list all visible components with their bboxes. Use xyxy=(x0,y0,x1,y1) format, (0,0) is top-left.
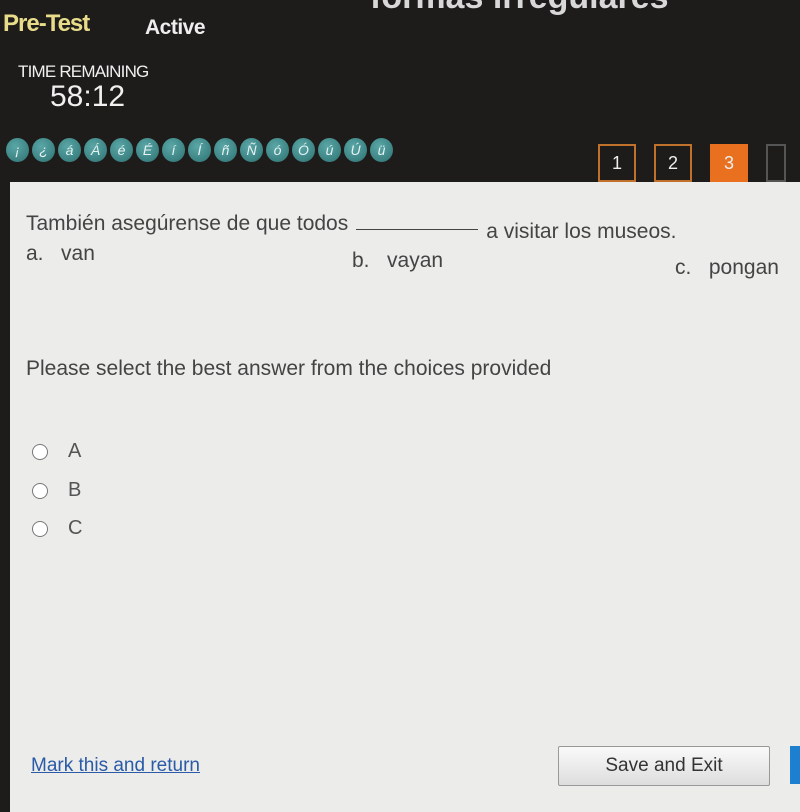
char-button[interactable]: á xyxy=(58,138,81,162)
mark-and-return-link[interactable]: Mark this and return xyxy=(31,755,200,777)
choice-text: vayan xyxy=(387,249,444,272)
choice-text: van xyxy=(61,242,95,265)
next-button-partial[interactable] xyxy=(790,746,800,784)
save-and-exit-button[interactable]: Save and Exit xyxy=(558,746,770,786)
char-button[interactable]: ¡ xyxy=(6,138,29,162)
char-button[interactable]: ¿ xyxy=(32,138,55,162)
question-panel: También asegúrense de que todos a visitar… xyxy=(10,182,800,812)
char-button[interactable]: Á xyxy=(84,138,107,162)
char-button[interactable]: Í xyxy=(188,138,211,162)
char-button[interactable]: Ó xyxy=(292,138,315,162)
question-next-partial-button[interactable] xyxy=(766,144,786,182)
option-label: B xyxy=(68,479,82,501)
question-text: También asegúrense de que todos a visitar… xyxy=(26,212,676,243)
question-2-button[interactable]: 2 xyxy=(654,144,692,182)
option-label: C xyxy=(68,517,83,539)
char-button[interactable]: Ú xyxy=(344,138,367,162)
option-b[interactable]: B xyxy=(32,479,81,502)
radio-button[interactable] xyxy=(32,520,48,537)
choice-c: c. pongan xyxy=(675,256,779,280)
char-button[interactable]: ñ xyxy=(214,138,237,162)
question-1-button[interactable]: 1 xyxy=(598,144,636,182)
answer-blank xyxy=(356,229,479,230)
choice-a: a. van xyxy=(26,242,95,266)
question-3-button[interactable]: 3 xyxy=(710,144,748,182)
question-before: También asegúrense de que todos xyxy=(26,212,349,235)
char-button[interactable]: Ñ xyxy=(240,138,263,162)
choice-letter: c. xyxy=(675,256,692,279)
option-label: A xyxy=(68,440,82,462)
choice-letter: b. xyxy=(352,249,370,272)
radio-button[interactable] xyxy=(32,482,48,499)
status-label: Active xyxy=(145,16,206,39)
question-navigation: 1 2 3 xyxy=(598,144,786,182)
page-title: formas irregulares xyxy=(370,0,669,17)
time-remaining-label: TIME REMAINING xyxy=(18,62,149,81)
choice-text: pongan xyxy=(708,256,779,279)
char-button[interactable]: é xyxy=(110,138,133,162)
radio-button[interactable] xyxy=(32,443,48,460)
char-button[interactable]: ó xyxy=(266,138,289,162)
choice-b: b. vayan xyxy=(352,249,443,273)
test-type: Pre-Test xyxy=(3,10,90,37)
time-remaining-value: 58:12 xyxy=(50,80,126,113)
char-button[interactable]: ü xyxy=(370,138,393,162)
char-button[interactable]: í xyxy=(162,138,185,162)
special-character-toolbar: ¡ ¿ á Á é É í Í ñ Ñ ó Ó ú Ú ü xyxy=(6,138,393,162)
char-button[interactable]: ú xyxy=(318,138,341,162)
option-a[interactable]: A xyxy=(32,440,81,463)
question-after: a visitar los museos. xyxy=(486,220,677,243)
char-button[interactable]: É xyxy=(136,138,159,162)
choice-letter: a. xyxy=(26,242,44,265)
option-c[interactable]: C xyxy=(32,517,82,540)
instruction-text: Please select the best answer from the c… xyxy=(26,357,552,380)
